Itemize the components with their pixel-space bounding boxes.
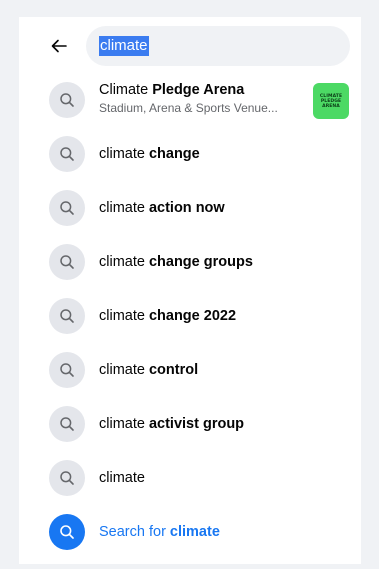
suggestion-bold: change 2022	[148, 308, 237, 324]
suggestion-item[interactable]: climate action now	[19, 181, 361, 235]
search-icon-circle-blue	[49, 514, 85, 550]
result-title: Climate Pledge Arena	[99, 80, 244, 100]
top-result-climate-pledge-arena[interactable]: Climate Pledge Arena Stadium, Arena & Sp…	[19, 73, 361, 127]
search-for-query: climate	[169, 524, 220, 540]
search-query-text[interactable]: climate	[99, 36, 149, 56]
result-subtitle: Stadium, Arena & Sports Venue...	[99, 101, 278, 115]
search-icon-circle	[49, 82, 85, 118]
search-for-prefix: Search for	[99, 524, 170, 540]
search-icon	[60, 147, 74, 161]
suggestion-label: climate change groups	[99, 252, 253, 272]
venue-thumbnail: CLIMATE PLEDGE ARENA	[313, 83, 349, 119]
search-icon-circle	[49, 460, 85, 496]
suggestion-item[interactable]: climate control	[19, 343, 361, 397]
suggestion-regular: climate	[99, 308, 149, 324]
suggestion-regular: climate	[99, 362, 149, 378]
suggestion-label: climate	[99, 468, 145, 488]
search-icon-circle	[49, 190, 85, 226]
suggestion-regular: climate	[99, 146, 149, 162]
search-icon	[60, 417, 74, 431]
suggestion-label: climate change	[99, 144, 200, 164]
search-icon	[60, 471, 74, 485]
suggestion-item[interactable]: climate change groups	[19, 235, 361, 289]
search-for-button[interactable]: Search for climate	[19, 505, 361, 559]
suggestion-bold: activist group	[148, 416, 245, 432]
suggestion-item[interactable]: climate activist group	[19, 397, 361, 451]
search-input[interactable]: climate	[86, 26, 350, 66]
search-header: climate	[19, 24, 361, 68]
suggestion-item[interactable]: climate change 2022	[19, 289, 361, 343]
back-button[interactable]	[45, 32, 73, 60]
suggestion-label: climate activist group	[99, 414, 244, 434]
search-icon	[60, 93, 74, 107]
suggestion-item[interactable]: climate	[19, 451, 361, 505]
result-title-bold: Pledge Arena	[152, 82, 245, 98]
suggestion-regular: climate	[99, 200, 149, 216]
suggestion-regular: climate	[99, 254, 149, 270]
search-icon-circle	[49, 244, 85, 280]
search-icon-circle	[49, 298, 85, 334]
search-for-label: Search for climate	[99, 522, 220, 542]
search-icon-circle	[49, 352, 85, 388]
thumbnail-text-line: ARENA	[322, 103, 340, 109]
search-icon-circle	[49, 406, 85, 442]
suggestion-regular: climate	[99, 470, 145, 486]
suggestion-item[interactable]: climate change	[19, 127, 361, 181]
search-icon	[60, 255, 74, 269]
search-icon	[60, 309, 74, 323]
suggestion-bold: change groups	[148, 254, 253, 270]
arrow-left-icon	[51, 39, 67, 53]
suggestion-label: climate control	[99, 360, 198, 380]
suggestion-regular: climate	[99, 416, 149, 432]
result-title-regular: Climate	[99, 82, 153, 98]
suggestion-bold: action now	[148, 200, 225, 216]
search-icon-circle	[49, 136, 85, 172]
suggestion-bold: change	[148, 146, 200, 162]
search-panel: climate Climate Pledge Arena Stadium, Ar…	[19, 17, 361, 564]
suggestion-bold: control	[148, 362, 199, 378]
suggestion-label: climate change 2022	[99, 306, 236, 326]
search-icon	[60, 201, 74, 215]
suggestion-label: climate action now	[99, 198, 225, 218]
search-icon	[60, 525, 74, 539]
search-icon	[60, 363, 74, 377]
